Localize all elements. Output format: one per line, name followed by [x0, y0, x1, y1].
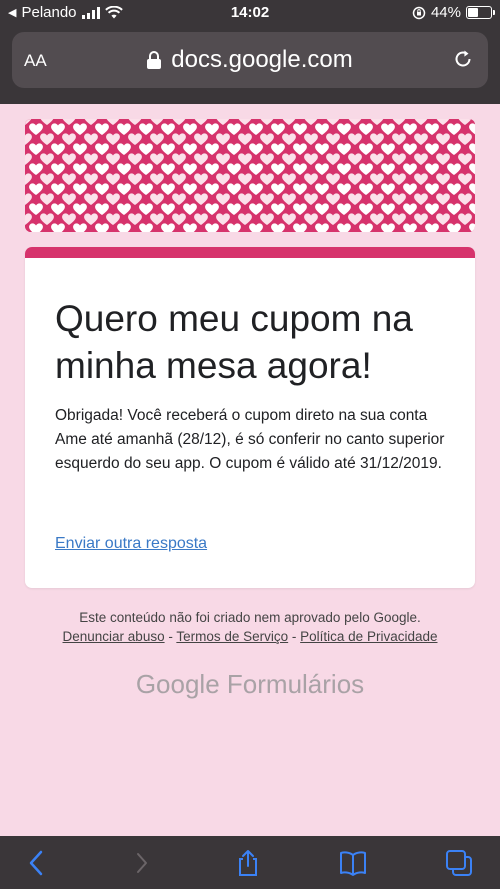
share-icon[interactable] [233, 848, 263, 878]
google-forms-logo[interactable]: Google Formulários [0, 669, 500, 700]
footer-separator: - [164, 629, 177, 644]
tabs-icon[interactable] [444, 848, 474, 878]
hearts-pattern-image [25, 119, 475, 232]
url-text: docs.google.com [171, 46, 353, 73]
lock-icon [147, 51, 162, 69]
battery-icon [466, 6, 495, 19]
submit-another-link[interactable]: Enviar outra resposta [55, 535, 207, 553]
disclaimer-text: Este conteúdo não foi criado nem aprovad… [79, 610, 421, 625]
forward-icon[interactable] [127, 848, 157, 878]
form-title: Quero meu cupom na minha mesa agora! [55, 298, 413, 386]
confirmation-message: Obrigada! Você receberá o cupom direto n… [55, 407, 445, 472]
browser-toolbar [0, 836, 500, 889]
url-display[interactable]: docs.google.com [12, 46, 488, 74]
header-banner [25, 119, 475, 232]
footer-separator: - [288, 629, 301, 644]
battery-level [468, 8, 478, 17]
status-right: 44% [412, 4, 495, 21]
status-bar: ◀ Pelando 14:02 44% [0, 0, 500, 26]
terms-link[interactable]: Termos de Serviço [176, 629, 288, 644]
confirmation-card: Quero meu cupom na minha mesa agora! Obr… [25, 247, 475, 588]
privacy-link[interactable]: Política de Privacidade [300, 629, 437, 644]
browser-chrome: AA docs.google.com [0, 26, 500, 104]
bookmarks-icon[interactable] [338, 848, 368, 878]
battery-percent: 44% [430, 4, 461, 21]
card-accent-bar [25, 247, 475, 258]
report-abuse-link[interactable]: Denunciar abuso [63, 629, 165, 644]
back-icon[interactable] [22, 848, 52, 878]
brand-forms: Formulários [226, 669, 365, 699]
address-bar[interactable]: AA docs.google.com [12, 32, 488, 88]
brand-google: Google [135, 669, 220, 699]
reload-icon[interactable] [452, 48, 474, 70]
orientation-lock-icon [412, 6, 426, 19]
footer-links: Denunciar abuso - Termos de Serviço - Po… [0, 629, 500, 644]
